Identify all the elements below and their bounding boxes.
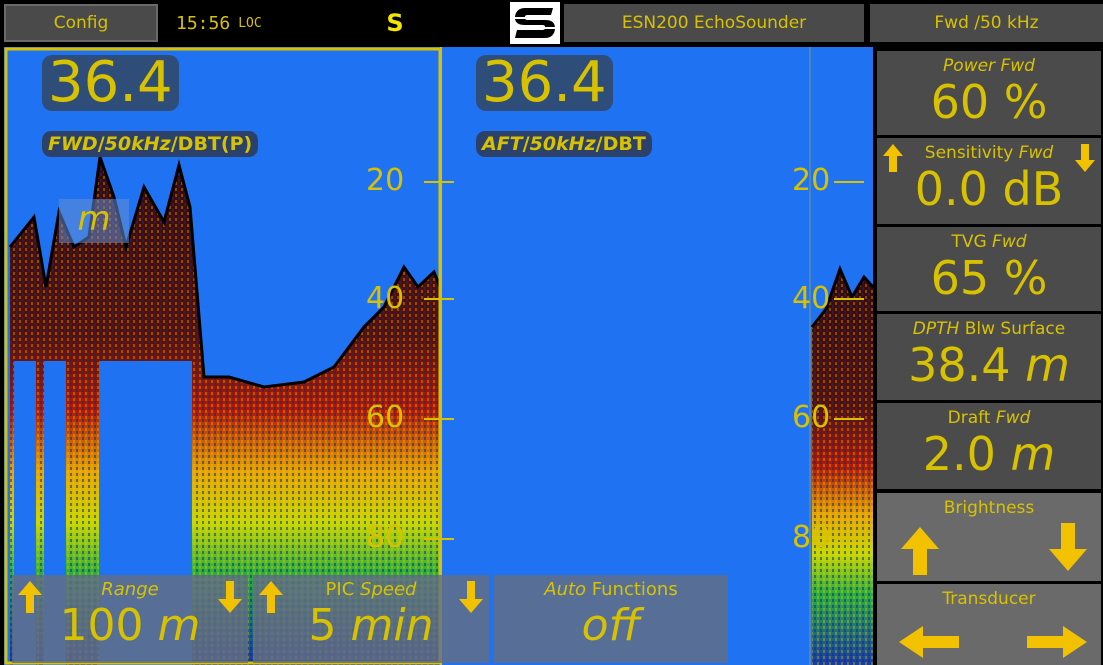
app-title: ESN200 EchoSounder — [564, 4, 864, 42]
brightness-control[interactable]: Brightness — [877, 493, 1101, 581]
depth-tick-label: 80 — [366, 520, 405, 555]
arrow-down-icon[interactable] — [459, 581, 483, 613]
pic-speed-button[interactable]: PIC Speed 5 min — [253, 575, 489, 663]
arrow-right-icon[interactable] — [1027, 626, 1087, 658]
depth-readout-fwd: 36.4 — [42, 55, 179, 111]
power-setting[interactable]: Power Fwd 60 % — [877, 51, 1101, 135]
clock: 15:56 LOC — [164, 4, 314, 42]
mode-indicator: S — [386, 9, 404, 37]
clock-zone: LOC — [238, 15, 262, 31]
depth-unit: m — [59, 199, 129, 243]
auto-functions-button[interactable]: Auto Functions off — [494, 575, 728, 663]
top-bar: Config 15:56 LOC S ESN200 EchoSounder Fw… — [0, 0, 1103, 47]
arrow-left-icon[interactable] — [899, 626, 959, 658]
arrow-up-icon[interactable] — [18, 581, 42, 613]
channel-selector[interactable]: Fwd /50 kHz — [870, 4, 1103, 42]
arrow-down-icon[interactable] — [1049, 523, 1087, 571]
arrow-up-icon[interactable] — [259, 581, 283, 613]
echogram-view[interactable]: 36.4 FWD/50kHz/DBT(P) m 36.4 AFT/50kHz/D… — [4, 47, 873, 665]
settings-panel: Power Fwd 60 % Sensitivity Fwd 0.0 dB TV… — [875, 47, 1103, 665]
depth-tick-label: 40 — [792, 281, 831, 316]
brand-logo-icon — [510, 2, 560, 44]
arrow-up-icon[interactable] — [883, 144, 903, 172]
depth-tick-label: 40 — [366, 281, 405, 316]
config-button[interactable]: Config — [4, 4, 158, 42]
arrow-down-icon[interactable] — [218, 581, 242, 613]
depth-tick-label: 60 — [792, 400, 831, 435]
depth-readout-aft: 36.4 — [476, 55, 613, 111]
depth-below-surface[interactable]: DPTH Blw Surface 38.4 m — [877, 314, 1101, 400]
depth-tick-label: 80 — [792, 520, 831, 555]
source-label-fwd: FWD/50kHz/DBT(P) — [42, 131, 259, 157]
arrow-down-icon[interactable] — [1075, 144, 1095, 172]
depth-tick-label: 60 — [366, 400, 405, 435]
draft-setting[interactable]: Draft Fwd 2.0 m — [877, 403, 1101, 489]
range-button[interactable]: Range 100 m — [12, 575, 248, 663]
depth-tick-label: 20 — [366, 163, 405, 198]
sensitivity-setting[interactable]: Sensitivity Fwd 0.0 dB — [877, 138, 1101, 224]
tvg-setting[interactable]: TVG Fwd 65 % — [877, 227, 1101, 311]
depth-tick-label: 20 — [792, 163, 831, 198]
source-label-aft: AFT/50kHz/DBT — [476, 131, 652, 157]
clock-time: 15:56 — [176, 12, 231, 34]
transducer-control[interactable]: Transducer — [877, 584, 1101, 665]
arrow-up-icon[interactable] — [901, 527, 939, 575]
